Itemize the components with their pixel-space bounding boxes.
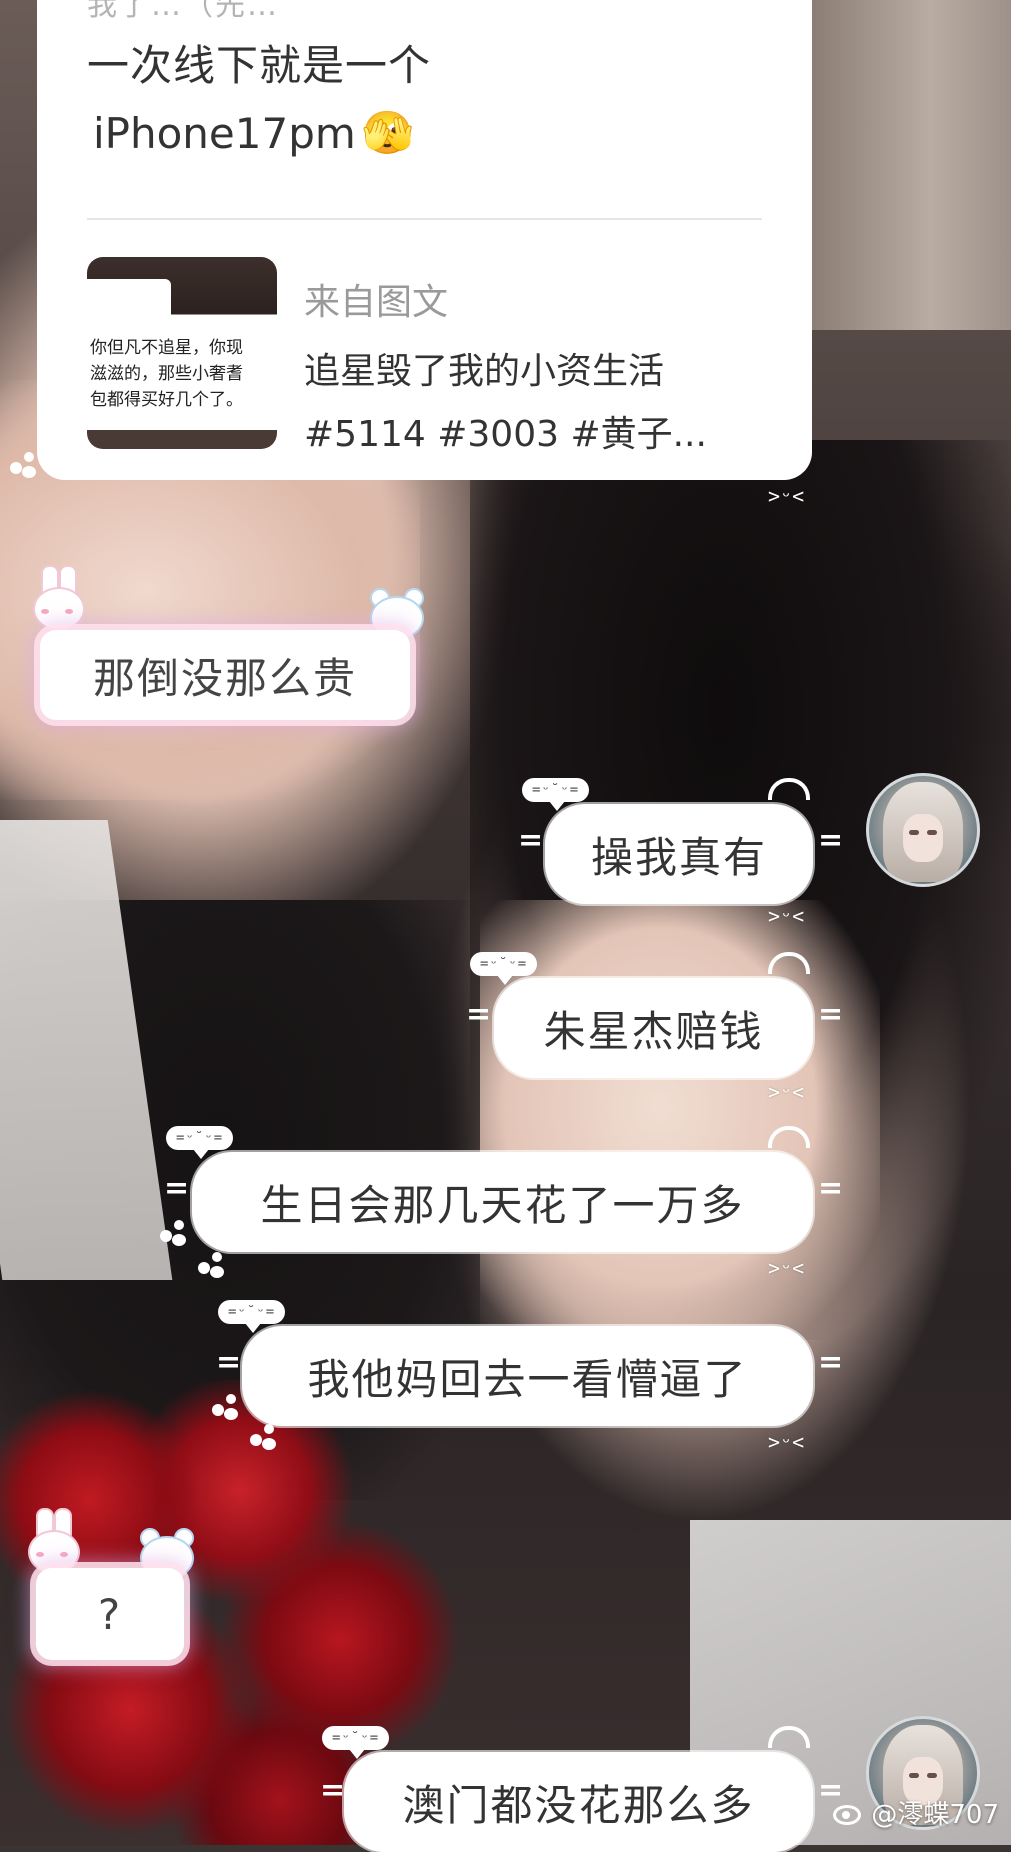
card-text-line1: 一次线下就是一个 xyxy=(87,41,432,90)
message-bubble-left[interactable]: ? xyxy=(36,1568,184,1660)
bunny-sticker-icon xyxy=(27,565,87,631)
deco-equals: = xyxy=(466,997,492,1032)
bear-sticker-icon xyxy=(366,586,424,640)
anime-avatar-icon[interactable] xyxy=(866,773,980,887)
bunny-sticker-icon xyxy=(22,1508,82,1574)
message-bubble-right[interactable]: 澳门都没花那么多 xyxy=(344,1752,813,1852)
deco-face-text: >ᵕ< xyxy=(768,1080,805,1104)
face-tag: =ᵕ˘ᵕ= xyxy=(166,1126,234,1159)
quoted-card[interactable]: 我了…（先… 一次线下就是一个 iPhone17pm 🫣 你但凡不追星，你现 滋… xyxy=(37,0,812,480)
weibo-watermark: @澪蝶707 xyxy=(831,1794,999,1831)
card-cutoff-text: 我了…（先… xyxy=(87,0,279,23)
weibo-icon xyxy=(831,1799,865,1827)
message-bubble-left[interactable]: 那倒没那么贵 xyxy=(40,630,410,720)
deco-face-text: >ᵕ< xyxy=(768,904,805,928)
deco-equals: = xyxy=(164,1171,190,1206)
card-divider xyxy=(87,218,762,220)
face-tag: =ᵕ˘ᵕ= xyxy=(522,778,590,811)
peeking-face-icon: 🫣 xyxy=(361,108,415,157)
message-bubble-right[interactable]: 操我真有 xyxy=(545,804,813,904)
face-tag: =ᵕ˘ᵕ= xyxy=(218,1300,286,1333)
deco-equals: = xyxy=(320,1773,346,1808)
deco-face-text: >ᵕ< xyxy=(768,1256,805,1280)
bg-face-right xyxy=(480,900,880,1360)
deco-equals: = xyxy=(518,823,544,858)
message-bubble-right[interactable]: 生日会那几天花了一万多 xyxy=(192,1152,813,1252)
deco-equals: = xyxy=(818,1345,844,1380)
face-tag: =ᵕ˘ᵕ= xyxy=(322,1726,390,1759)
deco-equals: = xyxy=(818,1171,844,1206)
deco-face-text: >ᵕ< xyxy=(768,484,805,508)
source-title[interactable]: 追星毁了我的小资生活 xyxy=(304,342,664,394)
face-tag: =ᵕ˘ᵕ= xyxy=(470,952,538,985)
deco-equals: = xyxy=(818,997,844,1032)
card-text-line2: iPhone17pm 🫣 xyxy=(93,108,414,158)
watermark-text: @澪蝶707 xyxy=(871,1800,999,1830)
paw-print-icon xyxy=(10,452,40,478)
thumb-white-block xyxy=(87,279,171,327)
thumb-text: 你但凡不追星，你现 滋滋的，那些小奢耆 包都得买好几个了。 xyxy=(90,338,243,410)
bg-wall xyxy=(811,0,1011,330)
paw-print-icon xyxy=(198,1252,228,1278)
card-text-line2-text: iPhone17pm xyxy=(93,108,356,158)
message-bubble-right[interactable]: 我他妈回去一看懵逼了 xyxy=(242,1326,813,1426)
deco-equals: = xyxy=(818,823,844,858)
source-label: 来自图文 xyxy=(304,282,449,323)
source-thumbnail[interactable]: 你但凡不追星，你现 滋滋的，那些小奢耆 包都得买好几个了。 xyxy=(87,257,277,449)
source-tags[interactable]: #5114 #3003 #黄子... xyxy=(304,405,707,457)
message-bubble-right[interactable]: 朱星杰赔钱 xyxy=(494,978,813,1078)
deco-equals: = xyxy=(216,1345,242,1380)
paw-print-icon xyxy=(160,1220,190,1246)
paw-print-icon xyxy=(212,1394,242,1420)
paw-print-icon xyxy=(250,1424,280,1450)
deco-face-text: >ᵕ< xyxy=(768,1430,805,1454)
